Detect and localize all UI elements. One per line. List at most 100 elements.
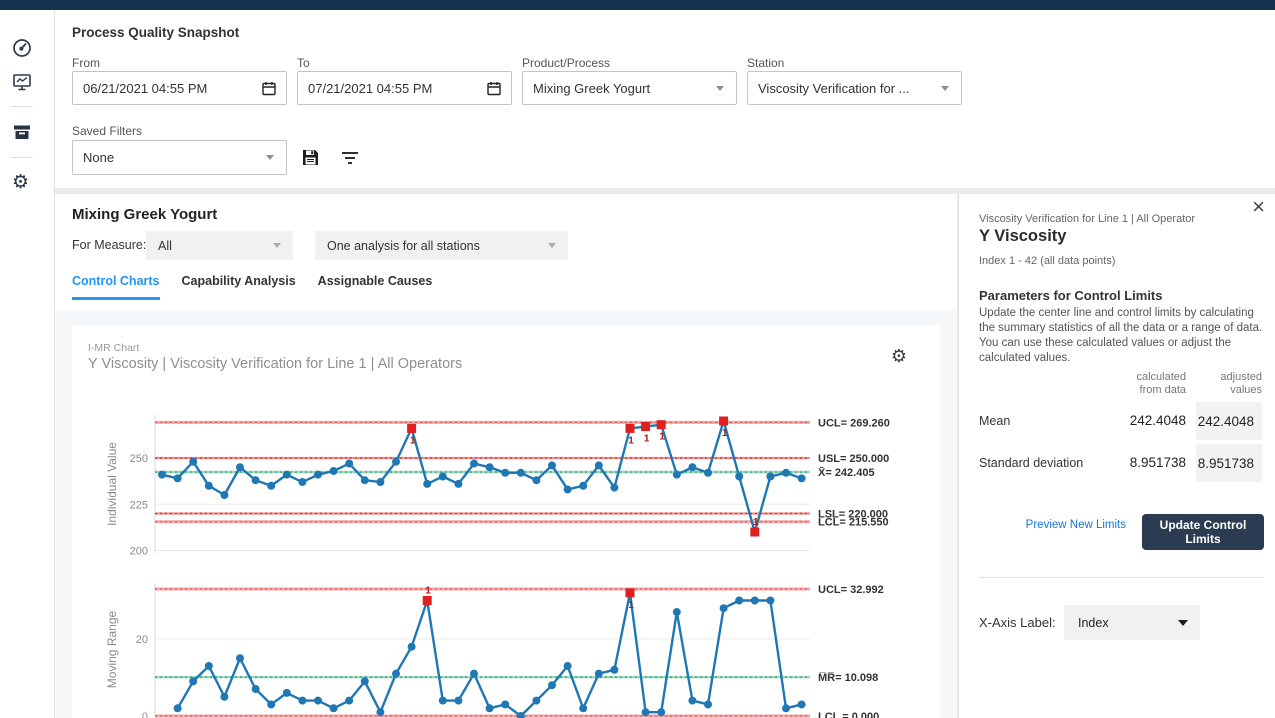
process-heading: Mixing Greek Yogurt xyxy=(72,206,217,223)
to-date-value: 07/21/2021 04:55 PM xyxy=(308,81,487,96)
data-point xyxy=(189,677,197,685)
filters-section: Process Quality Snapshot From 06/21/2021… xyxy=(55,10,1275,188)
mean-adjusted-input[interactable]: 242.4048 xyxy=(1196,402,1262,440)
product-label: Product/Process xyxy=(522,56,610,70)
update-control-limits-button[interactable]: Update Control Limits xyxy=(1142,514,1264,550)
chevron-down-icon xyxy=(548,243,556,248)
svg-text:LCL = 0.000: LCL = 0.000 xyxy=(818,711,879,718)
data-point xyxy=(688,463,696,471)
product-select[interactable]: Mixing Greek Yogurt xyxy=(522,71,737,105)
data-point xyxy=(267,482,275,490)
svg-text:Moving Range: Moving Range xyxy=(105,610,119,688)
chevron-down-icon xyxy=(273,243,281,248)
mean-row-label: Mean xyxy=(979,414,1010,428)
calendar-icon[interactable] xyxy=(487,81,501,96)
data-point xyxy=(501,700,509,708)
panel-title: Y Viscosity xyxy=(979,227,1066,246)
data-point xyxy=(782,469,790,477)
data-point xyxy=(782,704,790,712)
data-point xyxy=(579,482,587,490)
sidebar-item-settings[interactable]: ⚙ xyxy=(12,173,32,193)
page-title: Process Quality Snapshot xyxy=(72,25,239,40)
data-point xyxy=(595,670,603,678)
saved-filters-label: Saved Filters xyxy=(72,124,142,138)
data-point xyxy=(314,471,322,479)
sidebar: ⚙ xyxy=(0,10,55,718)
for-measure-label: For Measure: xyxy=(72,238,146,252)
tab-assignable-causes[interactable]: Assignable Causes xyxy=(318,274,433,300)
data-point xyxy=(189,458,197,466)
xaxis-select[interactable]: Index xyxy=(1064,605,1200,640)
params-description: Update the center line and control limit… xyxy=(979,306,1263,366)
save-icon xyxy=(301,148,320,167)
to-date-input[interactable]: 07/21/2021 04:55 PM xyxy=(297,71,512,105)
station-select[interactable]: Viscosity Verification for ... xyxy=(747,71,962,105)
panel-divider xyxy=(979,577,1263,578)
stddev-row-label: Standard deviation xyxy=(979,456,1083,470)
station-label: Station xyxy=(747,56,784,70)
data-point xyxy=(345,697,353,705)
data-point xyxy=(298,478,306,486)
data-point xyxy=(361,476,369,484)
data-point xyxy=(439,697,447,705)
svg-text:1: 1 xyxy=(425,586,431,597)
data-point xyxy=(610,484,618,492)
data-point xyxy=(252,476,260,484)
data-point xyxy=(158,471,166,479)
from-date-input[interactable]: 06/21/2021 04:55 PM xyxy=(72,71,287,105)
calculated-column-header: calculated from data xyxy=(1106,371,1186,397)
process-quality-app: { "colors": { "topbar_navy": "#17334d", … xyxy=(0,0,1275,718)
out-of-control-point xyxy=(626,424,635,433)
xaxis-value: Index xyxy=(1078,616,1178,630)
filter-button[interactable] xyxy=(341,151,359,170)
svg-text:225: 225 xyxy=(130,499,148,511)
caret-down-icon xyxy=(1178,620,1188,626)
main-content: Mixing Greek Yogurt For Measure: All One… xyxy=(55,194,957,718)
measure-select[interactable]: All xyxy=(146,231,293,260)
sidebar-item-dashboard[interactable] xyxy=(12,38,32,58)
chevron-down-icon xyxy=(941,86,949,91)
tab-capability-analysis[interactable]: Capability Analysis xyxy=(182,274,296,300)
adjusted-column-header: adjusted values xyxy=(1192,371,1262,397)
svg-text:UCL= 32.992: UCL= 32.992 xyxy=(818,584,884,596)
from-date-value: 06/21/2021 04:55 PM xyxy=(83,81,262,96)
data-point xyxy=(392,458,400,466)
data-point xyxy=(673,608,681,616)
data-point xyxy=(751,597,759,605)
svg-text:20: 20 xyxy=(136,634,148,646)
saved-filters-select[interactable]: None xyxy=(72,140,287,175)
data-point xyxy=(470,670,478,678)
data-point xyxy=(283,471,291,479)
mean-calculated-value: 242.4048 xyxy=(1130,413,1186,428)
sidebar-item-archive[interactable] xyxy=(12,122,32,142)
saved-filters-value: None xyxy=(83,150,266,165)
out-of-control-point xyxy=(641,422,650,431)
gear-icon: ⚙ xyxy=(12,172,29,193)
data-point xyxy=(454,697,462,705)
data-point xyxy=(688,697,696,705)
close-icon[interactable]: × xyxy=(1252,196,1265,218)
svg-text:X̄= 242.405: X̄= 242.405 xyxy=(818,467,875,479)
stddev-adjusted-input[interactable]: 8.951738 xyxy=(1196,444,1262,482)
data-point xyxy=(220,491,228,499)
out-of-control-point xyxy=(626,588,635,597)
svg-text:M̅R̅= 10.098: M̅R̅= 10.098 xyxy=(818,672,878,684)
sidebar-divider xyxy=(11,157,33,158)
imr-chart-svg: 200225250Individual ValueUCL= 269.260USL… xyxy=(72,325,940,718)
tab-control-charts[interactable]: Control Charts xyxy=(72,274,160,300)
preview-new-limits-link[interactable]: Preview New Limits xyxy=(1026,519,1126,531)
data-point xyxy=(330,704,338,712)
data-point xyxy=(673,471,681,479)
params-heading: Parameters for Control Limits xyxy=(979,288,1163,303)
sidebar-item-analytics[interactable] xyxy=(12,72,32,92)
calendar-icon[interactable] xyxy=(262,81,276,96)
data-point xyxy=(174,704,182,712)
analysis-mode-select[interactable]: One analysis for all stations xyxy=(315,231,568,260)
analysis-mode-value: One analysis for all stations xyxy=(327,239,548,253)
data-point xyxy=(720,604,728,612)
chevron-down-icon xyxy=(716,86,724,91)
svg-text:LCL= 215.550: LCL= 215.550 xyxy=(818,517,889,529)
panel-index-info: Index 1 - 42 (all data points) xyxy=(979,255,1115,267)
data-point xyxy=(392,670,400,678)
save-filter-button[interactable] xyxy=(301,148,320,172)
